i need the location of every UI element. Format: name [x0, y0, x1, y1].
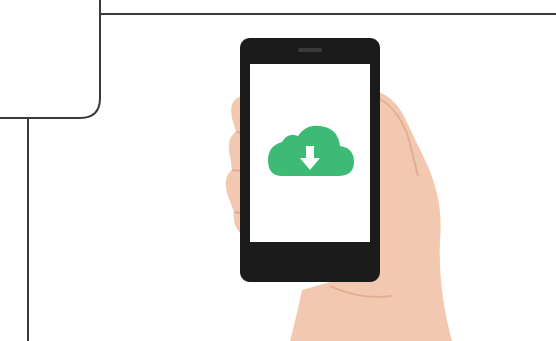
phone-speaker — [298, 48, 322, 52]
phone-download-illustration — [0, 0, 556, 341]
illustration-frame — [0, 0, 556, 341]
